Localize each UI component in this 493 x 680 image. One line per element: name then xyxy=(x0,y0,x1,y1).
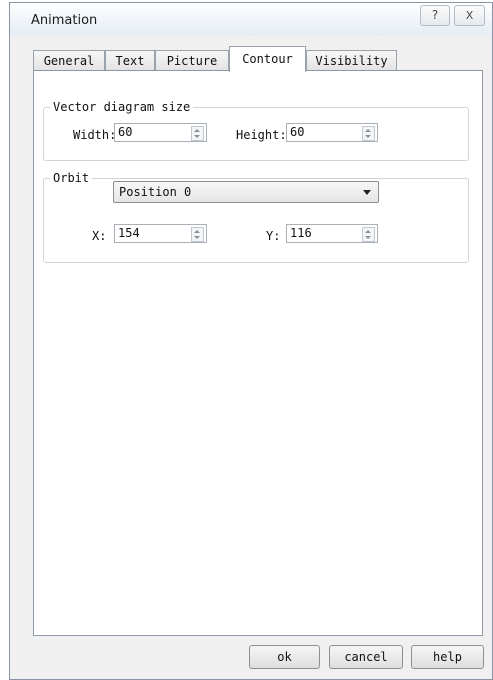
close-icon: X xyxy=(465,9,474,22)
spin-down-icon[interactable] xyxy=(365,135,371,138)
close-button[interactable]: X xyxy=(454,5,485,26)
height-spinbox[interactable]: 60 xyxy=(286,123,378,142)
orbit-position-select[interactable]: Position 0 xyxy=(113,181,379,203)
width-spin-arrows[interactable] xyxy=(191,126,204,141)
x-spinbox[interactable]: 154 xyxy=(114,224,207,243)
help-title-button[interactable]: ? xyxy=(420,5,450,26)
width-spinbox[interactable]: 60 xyxy=(114,123,207,142)
y-value: 116 xyxy=(290,226,312,240)
tab-general[interactable]: General xyxy=(33,50,105,71)
spin-down-icon[interactable] xyxy=(365,236,371,239)
ok-button[interactable]: ok xyxy=(249,645,320,669)
x-label: X: xyxy=(92,229,107,243)
vector-size-legend: Vector diagram size xyxy=(50,100,194,114)
spin-up-icon[interactable] xyxy=(365,230,371,233)
tab-contour[interactable]: Contour xyxy=(229,46,306,72)
orbit-legend: Orbit xyxy=(50,171,93,185)
help-button[interactable]: help xyxy=(411,645,484,669)
width-label: Width: xyxy=(73,128,117,142)
question-icon: ? xyxy=(431,8,439,22)
window-title: Animation xyxy=(31,13,98,28)
spin-up-icon[interactable] xyxy=(194,129,200,132)
spin-up-icon[interactable] xyxy=(365,129,371,132)
height-label: Height: xyxy=(236,128,287,142)
tab-visibility[interactable]: Visibility xyxy=(306,50,397,71)
spin-up-icon[interactable] xyxy=(194,230,200,233)
chevron-down-icon xyxy=(363,190,371,195)
y-spinbox[interactable]: 116 xyxy=(286,224,378,243)
y-spin-arrows[interactable] xyxy=(362,227,375,242)
height-value: 60 xyxy=(290,125,305,139)
width-value: 60 xyxy=(118,125,133,139)
height-spin-arrows[interactable] xyxy=(362,126,375,141)
tab-text[interactable]: Text xyxy=(105,50,155,71)
tab-picture[interactable]: Picture xyxy=(155,50,229,71)
y-label: Y: xyxy=(266,229,281,243)
orbit-selected-value: Position 0 xyxy=(119,185,192,199)
x-value: 154 xyxy=(118,226,140,240)
spin-down-icon[interactable] xyxy=(194,135,200,138)
x-spin-arrows[interactable] xyxy=(191,227,204,242)
cancel-button[interactable]: cancel xyxy=(329,645,403,669)
spin-down-icon[interactable] xyxy=(194,236,200,239)
